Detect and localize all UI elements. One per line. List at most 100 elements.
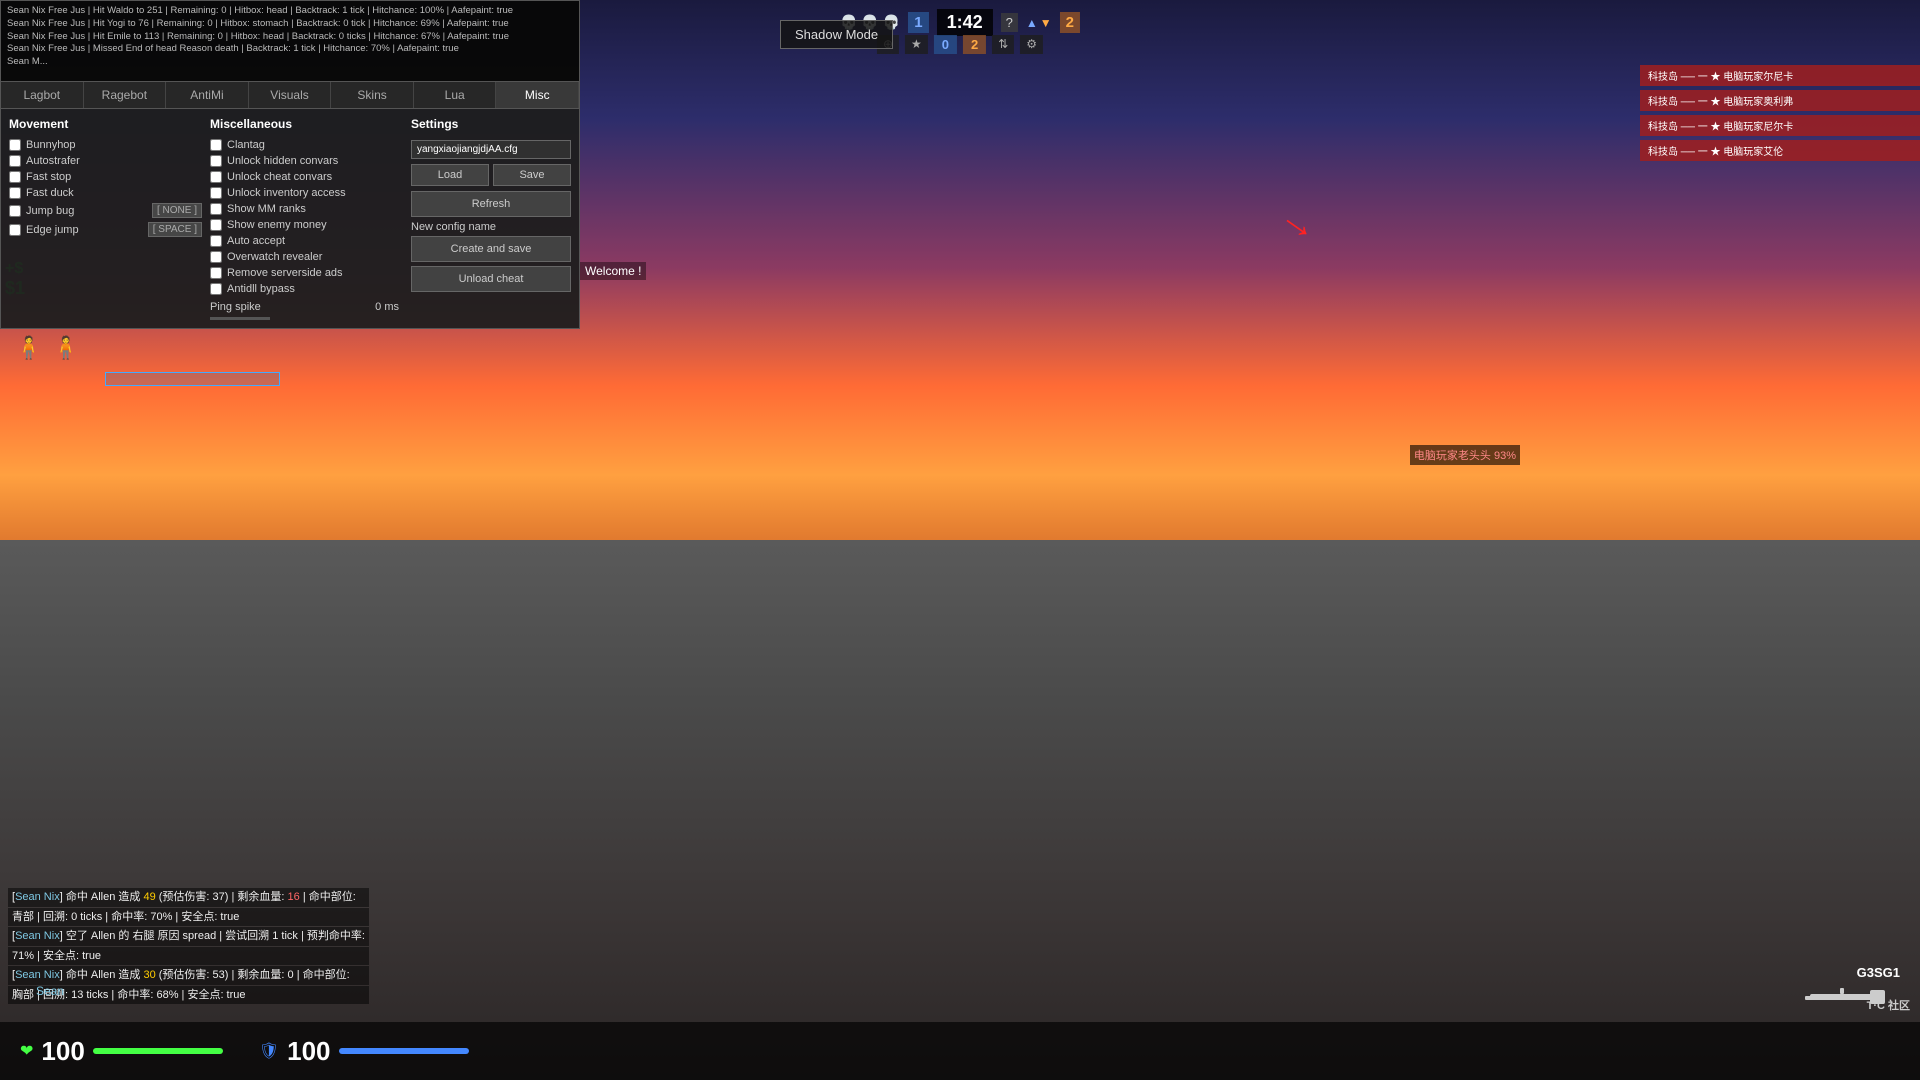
health-group: ❤ 100	[20, 1036, 223, 1067]
menu-body: Movement Bunnyhop Autostrafer Fast stop …	[1, 109, 579, 328]
remove-ads-item: Remove serverside ads	[210, 267, 403, 279]
remove-ads-label: Remove serverside ads	[227, 267, 343, 279]
log-line-4: Sean Nix Free Jus | Missed End of head R…	[7, 43, 573, 56]
show-mm-checkbox[interactable]	[210, 203, 222, 215]
fast-stop-label: Fast stop	[26, 171, 71, 183]
arrows-icon: ⇅	[992, 35, 1014, 54]
jump-bug-label: Jump bug	[26, 205, 74, 217]
player-icons: 🧍 🧍	[15, 335, 80, 361]
edge-jump-checkbox[interactable]	[9, 224, 21, 236]
welcome-text: Welcome !	[580, 262, 646, 280]
team-entry-3: 科技岛 ── 一 ★ 电脑玩家艾伦	[1640, 140, 1920, 161]
tab-misc[interactable]: Misc	[496, 82, 579, 108]
unlock-hidden-checkbox[interactable]	[210, 155, 222, 167]
bunnyhop-item: Bunnyhop	[9, 139, 202, 151]
refresh-button[interactable]: Refresh	[411, 191, 571, 217]
unlock-inventory-checkbox[interactable]	[210, 187, 222, 199]
hud-bottom: ❤ 100 🛡 100	[0, 1022, 1920, 1080]
load-save-row: Load Save	[411, 164, 571, 186]
tab-lagbot[interactable]: Lagbot	[1, 82, 84, 108]
overwatch-item: Overwatch revealer	[210, 251, 403, 263]
player-name: Sean	[36, 984, 64, 998]
show-enemy-money-item: Show enemy money	[210, 219, 403, 231]
show-mm-label: Show MM ranks	[227, 203, 306, 215]
fast-duck-label: Fast duck	[26, 187, 74, 199]
game-timer: 1:42	[937, 9, 993, 36]
armor-value: 100	[287, 1036, 330, 1067]
save-button[interactable]: Save	[493, 164, 571, 186]
movement-column: Movement Bunnyhop Autostrafer Fast stop …	[9, 117, 202, 320]
config-input[interactable]	[411, 140, 571, 159]
load-button[interactable]: Load	[411, 164, 489, 186]
ct-arrows: ▲ ▼	[1026, 16, 1052, 30]
auto-accept-label: Auto accept	[227, 235, 285, 247]
antidll-label: Antidll bypass	[227, 283, 295, 295]
enemy-money-tag: 电脑玩家老头头 93%	[1410, 445, 1520, 465]
score-ct-box: 1	[908, 12, 928, 33]
unlock-hidden-item: Unlock hidden convars	[210, 155, 403, 167]
tab-lua[interactable]: Lua	[414, 82, 497, 108]
create-save-button[interactable]: Create and save	[411, 236, 571, 262]
t-score-small: 2	[963, 35, 986, 54]
weapon-name: G3SG1	[1800, 965, 1900, 980]
armor-bar-fill	[339, 1048, 469, 1054]
unlock-inventory-label: Unlock inventory access	[227, 187, 346, 199]
health-bar	[93, 1048, 223, 1054]
ping-row: Ping spike 0 ms	[210, 301, 403, 313]
player-icon-2: 🧍	[52, 335, 79, 361]
auto-accept-item: Auto accept	[210, 235, 403, 247]
auto-accept-checkbox[interactable]	[210, 235, 222, 247]
tab-bar: Lagbot Ragebot AntiMi Visuals Skins Lua …	[1, 81, 579, 109]
target-healthbar	[105, 372, 280, 386]
log-line-bottom-2b: 71% | 安全点: true	[8, 947, 369, 966]
log-line-5: Sean M...	[7, 56, 573, 69]
tab-visuals[interactable]: Visuals	[249, 82, 332, 108]
overwatch-checkbox[interactable]	[210, 251, 222, 263]
log-area: Sean Nix Free Jus | Hit Waldo to 251 | R…	[1, 1, 579, 81]
antidll-item: Antidll bypass	[210, 283, 403, 295]
unlock-cheat-checkbox[interactable]	[210, 171, 222, 183]
ping-label: Ping spike	[210, 301, 375, 313]
unlock-cheat-item: Unlock cheat convars	[210, 171, 403, 183]
unload-cheat-button[interactable]: Unload cheat	[411, 266, 571, 292]
health-value: 100	[41, 1036, 84, 1067]
clantag-item: Clantag	[210, 139, 403, 151]
unlock-hidden-label: Unlock hidden convars	[227, 155, 338, 167]
tab-ragebot[interactable]: Ragebot	[84, 82, 167, 108]
jump-bug-bind[interactable]: [ NONE ]	[152, 203, 202, 218]
autostrafer-checkbox[interactable]	[9, 155, 21, 167]
show-mm-item: Show MM ranks	[210, 203, 403, 215]
overwatch-label: Overwatch revealer	[227, 251, 322, 263]
hud-icons-row2: ⊕ ★ 0 2 ⇅ ⚙	[877, 35, 1043, 54]
team-entry-0: 科技岛 ── 一 ★ 电脑玩家尔尼卡	[1640, 65, 1920, 86]
unlock-inventory-item: Unlock inventory access	[210, 187, 403, 199]
log-line-bottom-1b: 青部 | 回溯: 0 ticks | 命中率: 70% | 安全点: true	[8, 908, 369, 927]
clantag-checkbox[interactable]	[210, 139, 222, 151]
fast-duck-checkbox[interactable]	[9, 187, 21, 199]
antidll-checkbox[interactable]	[210, 283, 222, 295]
unlock-cheat-label: Unlock cheat convars	[227, 171, 332, 183]
ping-slider[interactable]	[210, 317, 270, 320]
shadow-mode-button[interactable]: Shadow Mode	[780, 20, 893, 49]
team-list: 科技岛 ── 一 ★ 电脑玩家尔尼卡 科技岛 ── 一 ★ 电脑玩家奥利弗 科技…	[1640, 65, 1920, 163]
log-line-2: Sean Nix Free Jus | Hit Yogi to 76 | Rem…	[7, 18, 573, 31]
edge-jump-bind[interactable]: [ SPACE ]	[148, 222, 202, 237]
jump-bug-item: Jump bug [ NONE ]	[9, 203, 202, 218]
bunnyhop-checkbox[interactable]	[9, 139, 21, 151]
health-bar-fill	[93, 1048, 223, 1054]
remove-ads-checkbox[interactable]	[210, 267, 222, 279]
settings-column: Settings Load Save Refresh New config na…	[411, 117, 571, 320]
cheat-menu: Sean Nix Free Jus | Hit Waldo to 251 | R…	[0, 0, 580, 329]
edge-jump-item: Edge jump [ SPACE ]	[9, 222, 202, 237]
tab-skins[interactable]: Skins	[331, 82, 414, 108]
armor-bar	[339, 1048, 469, 1054]
misc-column: Miscellaneous Clantag Unlock hidden conv…	[210, 117, 403, 320]
fast-stop-checkbox[interactable]	[9, 171, 21, 183]
edge-jump-label: Edge jump	[26, 224, 79, 236]
settings-icon: ⚙	[1020, 35, 1043, 54]
jump-bug-checkbox[interactable]	[9, 205, 21, 217]
show-enemy-money-checkbox[interactable]	[210, 219, 222, 231]
tab-antimi[interactable]: AntiMi	[166, 82, 249, 108]
tc-logo: T·C 社区	[1867, 997, 1910, 1015]
player-icon-1: 🧍	[15, 335, 42, 361]
